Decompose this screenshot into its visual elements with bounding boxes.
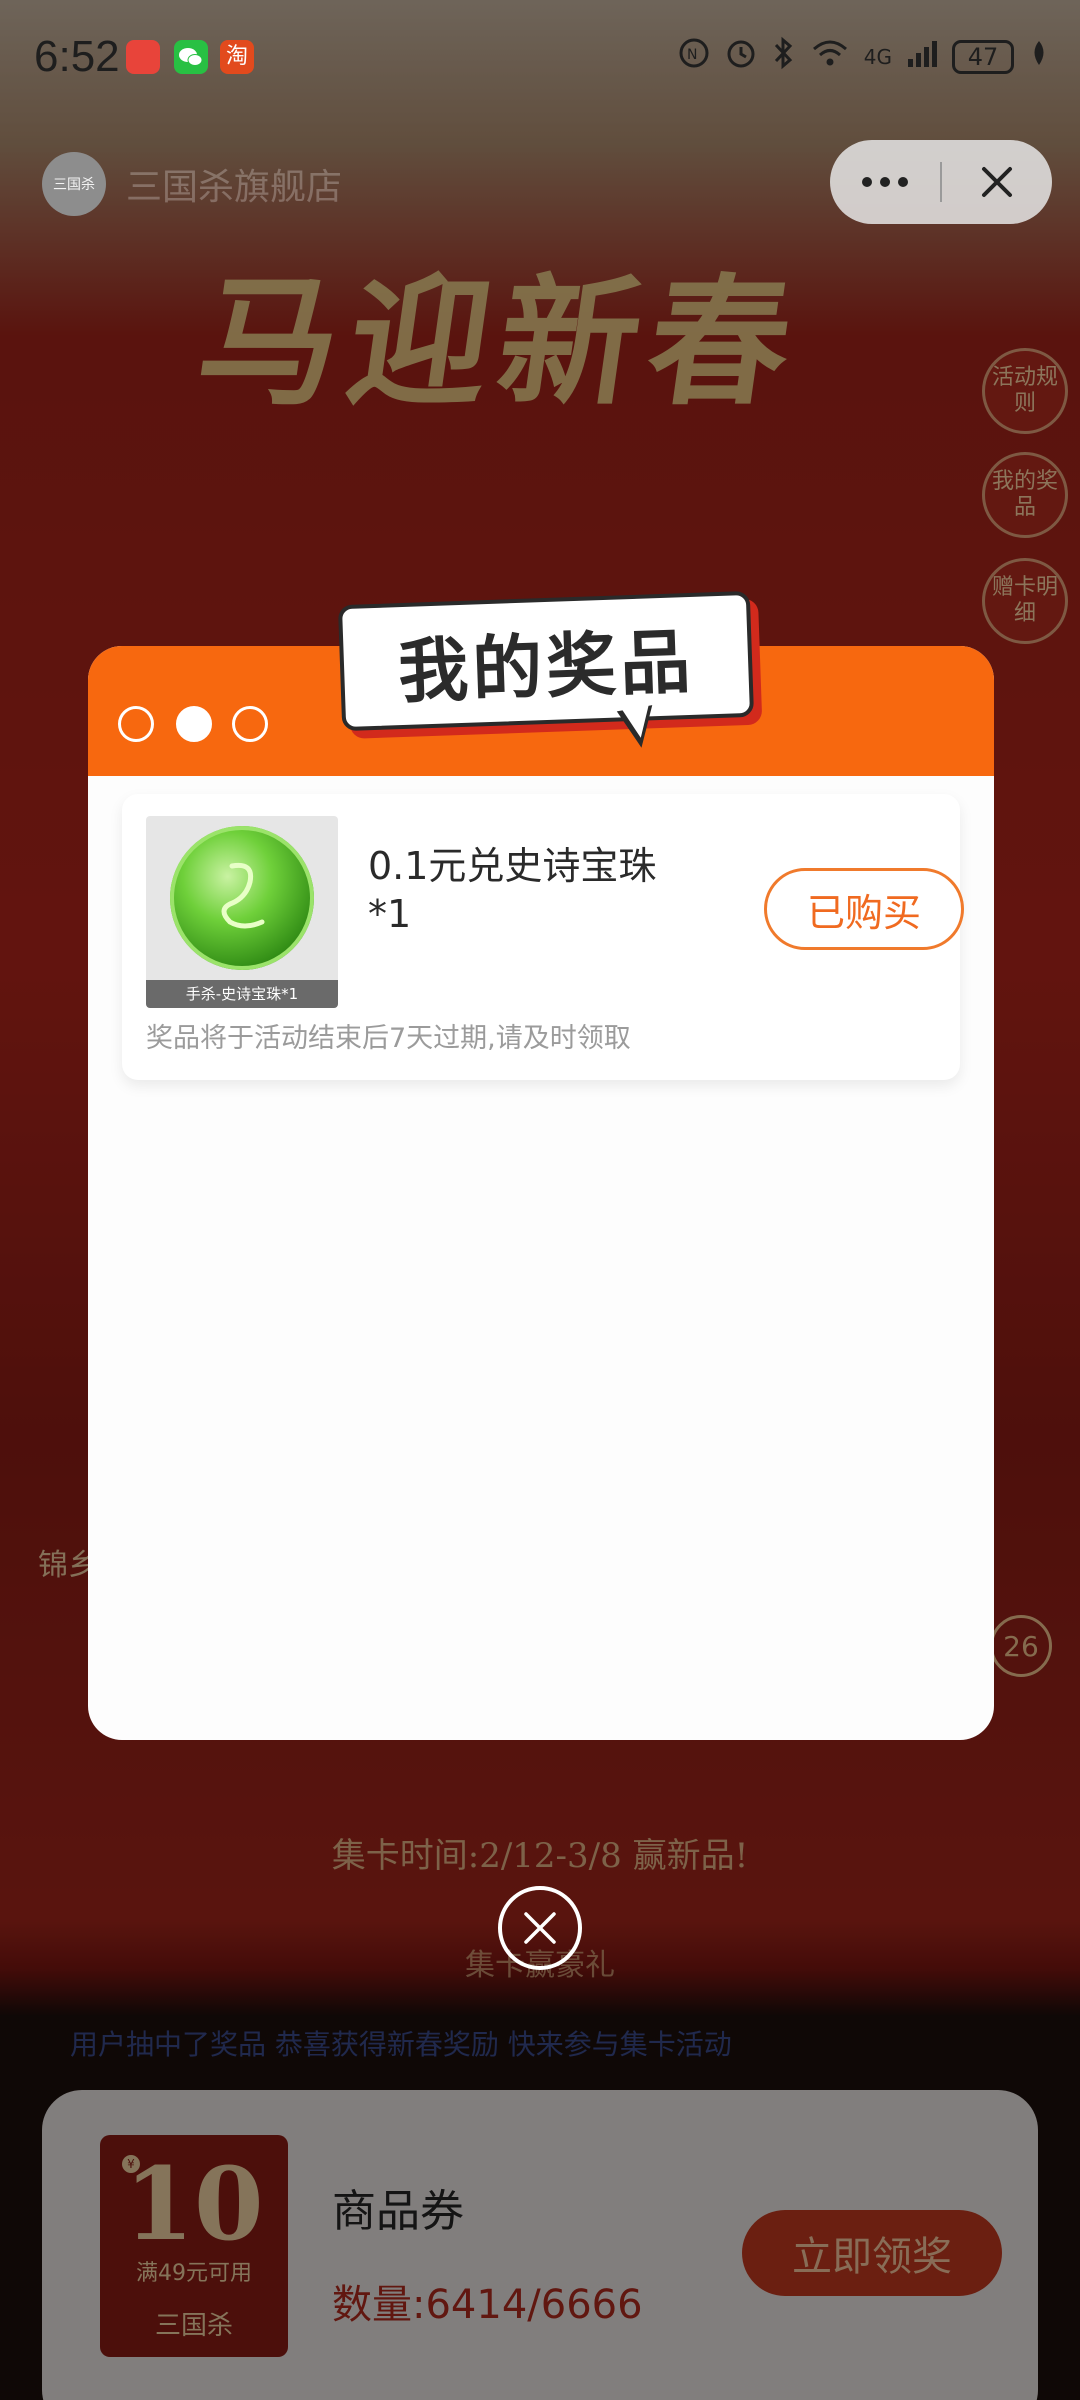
- more-dots-icon[interactable]: [830, 140, 940, 224]
- window-dot-icon: [176, 706, 212, 742]
- bluetooth-icon: [772, 36, 796, 77]
- close-icon: [524, 1912, 556, 1944]
- store-logo: 三国杀: [42, 152, 106, 216]
- store-name: 三国杀旗舰店: [126, 167, 343, 208]
- bubble-tail-inner: [621, 703, 655, 741]
- wifi-icon: [810, 37, 850, 76]
- huawei-mall-icon: [126, 40, 160, 74]
- status-time: 6:52: [34, 32, 120, 81]
- modal-title: 我的奖品: [396, 620, 696, 713]
- epic-orb-icon: [170, 826, 314, 970]
- modal-title-bubble: 我的奖品: [337, 590, 755, 732]
- close-icon[interactable]: [942, 140, 1052, 224]
- svg-text:N: N: [687, 47, 697, 63]
- signal-icon: [906, 37, 938, 76]
- window-dot-icon: [118, 706, 154, 742]
- prize-image: 手杀-史诗宝珠*1: [146, 816, 338, 1008]
- prize-item: 手杀-史诗宝珠*1 0.1元兑史诗宝珠*1 已购买 奖品将于活动结束后7天过期,…: [122, 794, 964, 1080]
- modal-close-button[interactable]: [498, 1886, 582, 1970]
- signal-4g-label: 4G: [863, 44, 892, 69]
- mini-program-header: 三国杀 三国杀旗舰店: [0, 140, 1080, 230]
- leaf-icon: [1028, 38, 1050, 75]
- status-right: N 4G 47: [678, 36, 1050, 77]
- taobao-icon: 淘: [220, 40, 254, 74]
- mini-program-capsule: [830, 140, 1052, 224]
- status-bar: 6:52 淘 N 4G 47: [0, 0, 1080, 112]
- wechat-icon: [174, 40, 208, 74]
- nfc-icon: N: [678, 37, 710, 76]
- battery-indicator: 47: [952, 39, 1014, 74]
- window-dot-icon: [232, 706, 268, 742]
- my-prizes-modal: 手杀-史诗宝珠*1 0.1元兑史诗宝珠*1 已购买 奖品将于活动结束后7天过期,…: [88, 646, 994, 1740]
- purchased-button[interactable]: 已购买: [764, 868, 964, 950]
- alarm-icon: [724, 36, 758, 77]
- prize-image-caption: 手杀-史诗宝珠*1: [146, 980, 338, 1008]
- prize-expiry-note: 奖品将于活动结束后7天过期,请及时领取: [146, 1023, 631, 1054]
- prize-name: 0.1元兑史诗宝珠*1: [368, 844, 657, 936]
